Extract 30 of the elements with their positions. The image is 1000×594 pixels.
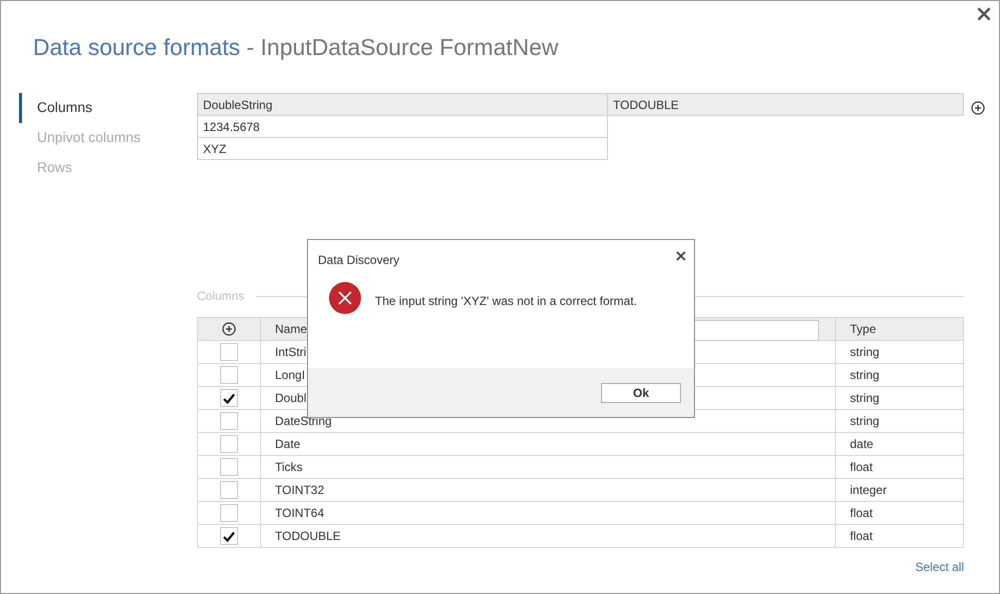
checkbox[interactable] <box>220 343 238 361</box>
column-header: DoubleString <box>197 93 608 116</box>
checkbox[interactable] <box>220 389 238 407</box>
checkbox[interactable] <box>220 366 238 384</box>
column-header: TODOUBLE <box>607 93 964 116</box>
checkbox[interactable] <box>220 412 238 430</box>
table-cell: XYZ <box>197 137 608 160</box>
window-title: Data source formats <box>33 34 240 60</box>
checkbox[interactable] <box>220 527 238 545</box>
ok-button[interactable]: Ok <box>601 383 681 403</box>
sidebar-item[interactable]: Unpivot columns <box>19 123 197 153</box>
select-all-link[interactable]: Select all <box>915 560 964 574</box>
checkbox[interactable] <box>220 458 238 476</box>
close-icon[interactable] <box>676 251 686 261</box>
close-icon[interactable] <box>977 7 991 21</box>
add-icon[interactable] <box>971 101 985 115</box>
column-header: Type <box>835 317 964 341</box>
dialog-title: Data Discovery <box>318 252 400 269</box>
checkbox[interactable] <box>220 481 238 499</box>
checkbox[interactable] <box>220 435 238 453</box>
error-message: The input string 'XYZ' was not in a correct format. <box>375 293 638 310</box>
column-header: Name <box>275 322 308 336</box>
sidebar-item[interactable]: Rows <box>19 153 197 183</box>
add-icon[interactable] <box>222 322 236 336</box>
error-icon <box>329 282 361 314</box>
window-subtitle: - InputDataSource FormatNew <box>246 34 558 60</box>
table-cell: float <box>835 524 964 548</box>
table-cell: 1234.5678 <box>197 115 608 138</box>
checkbox[interactable] <box>220 504 238 522</box>
section-legend: Columns <box>197 287 244 305</box>
